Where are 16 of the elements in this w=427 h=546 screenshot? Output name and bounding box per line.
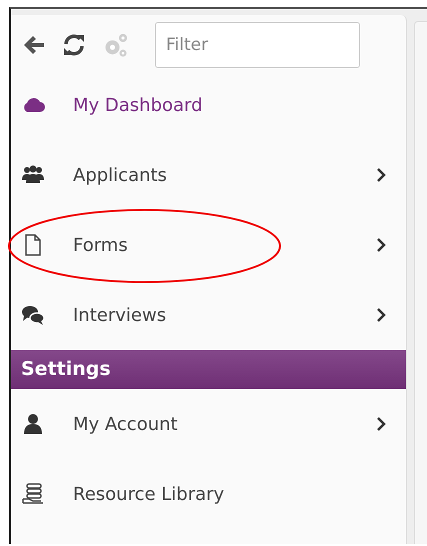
chevron-icon bbox=[376, 417, 386, 431]
menu-item[interactable]: Resource Library bbox=[11, 459, 406, 529]
stack-icon bbox=[21, 482, 45, 506]
menu-item[interactable]: My Dashboard bbox=[11, 70, 406, 140]
chevron-icon bbox=[376, 308, 386, 322]
menu-item[interactable]: Applicants bbox=[11, 140, 406, 210]
chevron-icon bbox=[376, 168, 386, 182]
filter-field[interactable]: Filter bbox=[155, 22, 360, 68]
menu-item[interactable]: Interviews bbox=[11, 280, 406, 350]
person-icon bbox=[21, 412, 45, 436]
chevron-icon bbox=[376, 238, 386, 252]
section-heading: Settings bbox=[11, 350, 406, 389]
speech-bubbles-icon bbox=[21, 303, 45, 327]
menu-item[interactable]: My Account bbox=[11, 389, 406, 459]
refresh-icon[interactable] bbox=[61, 33, 87, 57]
menu-item[interactable]: Forms bbox=[11, 210, 406, 280]
